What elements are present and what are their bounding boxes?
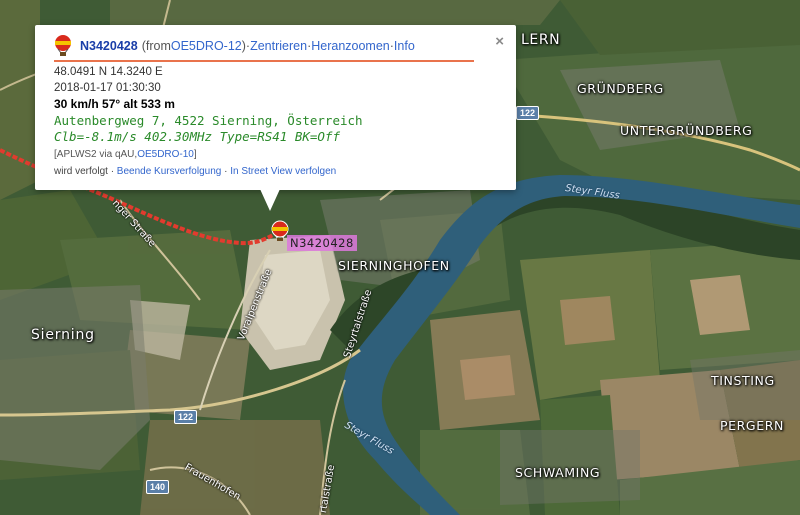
tracking-status: wird verfolgt [54,166,108,177]
zoom-in-link[interactable]: Heranzoomen [311,39,390,53]
popup-tracking-row: wird verfolgt · Beende Kursverfolgung · … [54,166,336,177]
station-info-popup: × N3420428 (from OE5DRO-12 ) · Zentriere… [35,25,516,211]
place-sierninghofen: SIERNINGHOFEN [338,258,450,273]
road-shield-122-north: 122 [516,106,540,120]
popup-header-divider [54,60,474,62]
path-igate-link[interactable]: OE5DRO-10 [137,149,194,160]
popup-callsign[interactable]: N3420428 [80,39,138,53]
place-tinsting: TINSTING [711,373,775,388]
place-sierning: Sierning [31,327,95,343]
place-schwaming: SCHWAMING [515,465,601,480]
path-suffix: ] [193,149,197,160]
place-grundberg: GRÜNDBERG [577,81,664,96]
popup-header: N3420428 (from OE5DRO-12 ) · Zentrieren … [54,35,474,57]
popup-path: [APLWS2 via qAU,OE5DRO-10] [54,149,197,160]
popup-speed-course-altitude: 30 km/h 57° alt 533 m [54,97,175,111]
popup-from-prefix: (from [141,39,171,53]
popup-tail [260,189,280,211]
marker-callsign-label[interactable]: N3420428 [287,235,357,251]
popup-coordinates: 48.0491 N 14.3240 E [54,66,163,78]
road-shield-140: 140 [146,480,170,494]
street-view-link[interactable]: In Street View verfolgen [230,166,336,177]
popup-from-callsign-link[interactable]: OE5DRO-12 [171,39,242,53]
center-link[interactable]: Zentrieren [250,39,307,53]
balloon-icon [55,35,71,56]
stop-tracking-link[interactable]: Beende Kursverfolgung [117,166,222,177]
place-untergrundberg: UNTERGRÜNDBERG [620,123,753,138]
popup-comment: Clb=-8.1m/s 402.30MHz Type=RS41 BK=Off [54,129,340,144]
place-lern: LERN [521,32,561,48]
popup-address: Autenbergweg 7, 4522 Sierning, Österreic… [54,113,363,128]
info-link[interactable]: Info [394,39,415,53]
path-prefix: [APLWS2 via qAU, [54,149,138,160]
place-pergern: PERGERN [720,418,784,433]
road-shield-122-south: 122 [174,410,198,424]
popup-timestamp: 2018-01-17 01:30:30 [54,82,161,94]
close-icon[interactable]: × [495,33,504,50]
